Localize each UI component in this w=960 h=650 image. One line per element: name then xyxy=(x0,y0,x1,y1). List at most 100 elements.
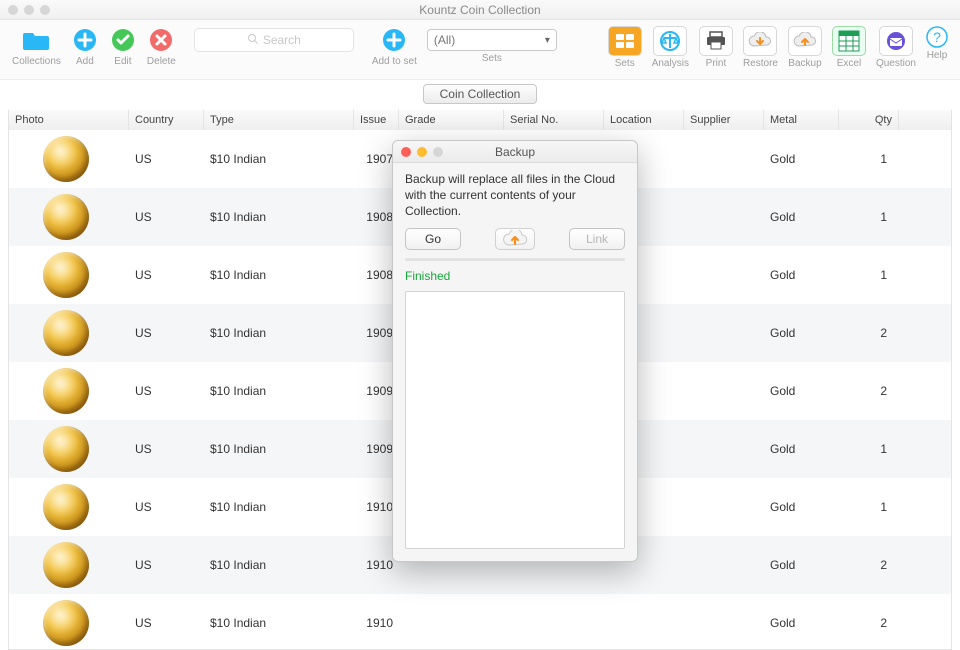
delete-label: Delete xyxy=(147,56,176,67)
section-tab-coin-collection[interactable]: Coin Collection xyxy=(423,84,538,104)
print-button[interactable]: Print xyxy=(699,26,733,69)
excel-button[interactable]: Excel xyxy=(832,26,866,69)
cell-qty: 1 xyxy=(839,268,899,282)
search-placeholder: Search xyxy=(263,33,301,47)
go-button[interactable]: Go xyxy=(405,228,461,250)
question-label: Question xyxy=(876,58,916,69)
question-button[interactable]: Question xyxy=(876,26,916,69)
col-photo[interactable]: Photo xyxy=(9,110,129,130)
cell-type: $10 Indian xyxy=(204,616,354,630)
section-tab-row: Coin Collection xyxy=(0,80,960,104)
dialog-message: Backup will replace all files in the Clo… xyxy=(405,171,625,220)
cell-metal: Gold xyxy=(764,558,839,572)
analysis-label: Analysis xyxy=(652,58,689,69)
collections-button[interactable]: Collections xyxy=(12,26,61,67)
cell-country: US xyxy=(129,442,204,456)
cell-qty: 2 xyxy=(839,558,899,572)
edit-button[interactable]: Edit xyxy=(109,26,137,67)
backup-button[interactable]: Backup xyxy=(788,26,822,69)
restore-label: Restore xyxy=(743,58,778,69)
cell-metal: Gold xyxy=(764,268,839,282)
cell-photo xyxy=(9,194,129,240)
sets-dropdown-group: (All) ▾ Sets xyxy=(427,26,557,64)
cell-qty: 2 xyxy=(839,384,899,398)
cell-country: US xyxy=(129,152,204,166)
restore-button[interactable]: Restore xyxy=(743,26,778,69)
cell-metal: Gold xyxy=(764,384,839,398)
coin-icon xyxy=(43,368,89,414)
add-button[interactable]: Add xyxy=(71,26,99,67)
col-type[interactable]: Type xyxy=(204,110,354,130)
col-country[interactable]: Country xyxy=(129,110,204,130)
coin-icon xyxy=(43,310,89,356)
dialog-title: Backup xyxy=(393,145,637,159)
cell-country: US xyxy=(129,210,204,224)
analysis-button[interactable]: Analysis xyxy=(652,26,689,69)
svg-text:?: ? xyxy=(933,29,941,45)
sets-button[interactable]: Sets xyxy=(608,26,642,69)
check-circle-icon xyxy=(109,26,137,54)
cell-metal: Gold xyxy=(764,326,839,340)
add-to-set-button[interactable]: Add to set xyxy=(372,26,417,67)
sets-grid-icon xyxy=(608,26,642,56)
cloud-upload-icon xyxy=(495,228,535,250)
coin-icon xyxy=(43,426,89,472)
cell-type: $10 Indian xyxy=(204,210,354,224)
cell-qty: 1 xyxy=(839,152,899,166)
col-location[interactable]: Location xyxy=(604,110,684,130)
x-circle-icon xyxy=(147,26,175,54)
search-input[interactable]: Search xyxy=(194,28,354,52)
col-issue[interactable]: Issue xyxy=(354,110,399,130)
col-metal[interactable]: Metal xyxy=(764,110,839,130)
cell-photo xyxy=(9,368,129,414)
cell-qty: 1 xyxy=(839,500,899,514)
cell-type: $10 Indian xyxy=(204,268,354,282)
help-label: Help xyxy=(927,50,948,61)
cell-type: $10 Indian xyxy=(204,152,354,166)
printer-icon xyxy=(699,26,733,56)
envelope-icon xyxy=(879,26,913,56)
add-to-set-label: Add to set xyxy=(372,56,417,67)
cell-photo xyxy=(9,252,129,298)
cell-photo xyxy=(9,426,129,472)
search-field-group: Search xyxy=(194,26,354,65)
cloud-download-icon xyxy=(743,26,777,56)
window-traffic-lights xyxy=(8,5,50,15)
col-serial[interactable]: Serial No. xyxy=(504,110,604,130)
cell-type: $10 Indian xyxy=(204,500,354,514)
table-row[interactable]: US$10 Indian1910Gold2 xyxy=(9,594,951,650)
window-title: Kountz Coin Collection xyxy=(0,3,960,17)
cell-photo xyxy=(9,484,129,530)
sets-dropdown-label: Sets xyxy=(482,53,502,64)
delete-button[interactable]: Delete xyxy=(147,26,176,67)
cell-photo xyxy=(9,600,129,646)
cell-type: $10 Indian xyxy=(204,326,354,340)
link-button[interactable]: Link xyxy=(569,228,625,250)
cell-qty: 2 xyxy=(839,326,899,340)
edit-label: Edit xyxy=(114,56,131,67)
folder-icon xyxy=(22,26,50,54)
col-grade[interactable]: Grade xyxy=(399,110,504,130)
help-button[interactable]: ? Help xyxy=(926,26,948,61)
sets-dropdown[interactable]: (All) ▾ xyxy=(427,29,557,51)
table-header: Photo Country Type Issue Grade Serial No… xyxy=(9,110,951,130)
chevron-down-icon: ▾ xyxy=(545,35,550,46)
cell-qty: 1 xyxy=(839,442,899,456)
col-supplier[interactable]: Supplier xyxy=(684,110,764,130)
minimize-icon[interactable] xyxy=(24,5,34,15)
cell-issue: 1910 xyxy=(354,616,399,630)
coin-icon xyxy=(43,542,89,588)
zoom-icon[interactable] xyxy=(40,5,50,15)
help-icon: ? xyxy=(926,26,948,48)
cell-photo xyxy=(9,310,129,356)
window-titlebar: Kountz Coin Collection xyxy=(0,0,960,20)
backup-label: Backup xyxy=(788,58,821,69)
coin-icon xyxy=(43,194,89,240)
sets-label: Sets xyxy=(615,58,635,69)
close-icon[interactable] xyxy=(8,5,18,15)
cell-country: US xyxy=(129,384,204,398)
cell-qty: 1 xyxy=(839,210,899,224)
plus-circle-icon xyxy=(380,26,408,54)
col-qty[interactable]: Qty xyxy=(839,110,899,130)
coin-icon xyxy=(43,600,89,646)
